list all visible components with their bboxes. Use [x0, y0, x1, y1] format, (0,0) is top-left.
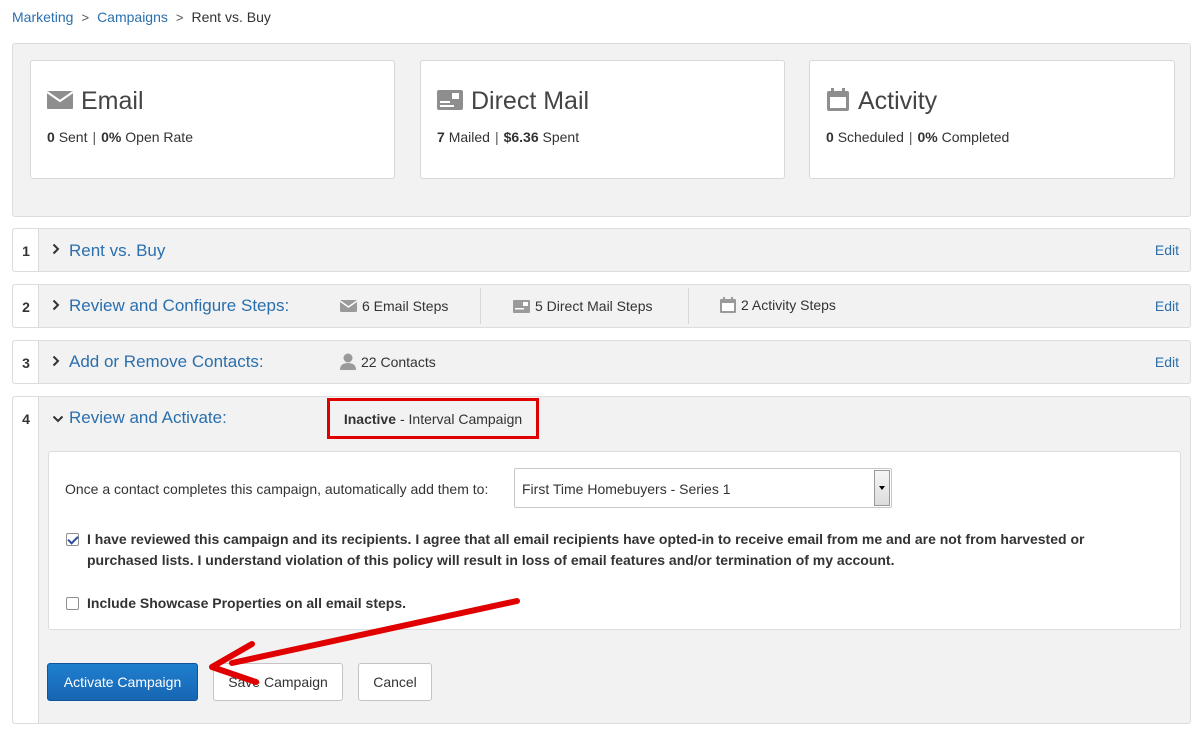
person-icon: [340, 353, 356, 370]
breadcrumb-campaigns[interactable]: Campaigns: [97, 9, 168, 25]
step-number: 4: [22, 411, 30, 427]
email-stat-card: Email 0 Sent | 0% Open Rate: [30, 60, 395, 179]
contacts-count: 22 Contacts: [340, 353, 436, 370]
step-title[interactable]: Review and Configure Steps:: [69, 296, 289, 316]
email-summary: 0 Sent | 0% Open Rate: [47, 129, 193, 145]
breadcrumb: Marketing > Campaigns > Rent vs. Buy: [12, 9, 271, 25]
mail-card-icon: [513, 299, 530, 313]
stats-panel: Email 0 Sent | 0% Open Rate Direct Mail 7 …: [12, 43, 1191, 217]
direct-mail-stat-card: Direct Mail 7 Mailed | $6.36 Spent: [420, 60, 785, 179]
auto-add-value: First Time Homebuyers - Series 1: [522, 481, 731, 497]
step-3[interactable]: 3 Add or Remove Contacts: 22 Contacts Ed…: [12, 340, 1191, 384]
activity-summary: 0 Scheduled | 0% Completed: [826, 129, 1010, 145]
envelope-icon: [46, 91, 74, 112]
activate-campaign-button[interactable]: Activate Campaign: [47, 663, 198, 701]
edit-link[interactable]: Edit: [1155, 354, 1179, 370]
activity-title: Activity: [858, 87, 938, 115]
step-2[interactable]: 2 Review and Configure Steps: 6 Email St…: [12, 284, 1191, 328]
step-number: 2: [22, 299, 30, 315]
breadcrumb-marketing[interactable]: Marketing: [12, 9, 73, 25]
chevron-right-icon[interactable]: [52, 299, 60, 314]
chevron-right-icon[interactable]: [52, 243, 60, 258]
review-panel: Once a contact completes this campaign, …: [48, 451, 1181, 630]
auto-add-label: Once a contact completes this campaign, …: [65, 481, 489, 497]
direct-mail-title: Direct Mail: [471, 87, 590, 115]
direct-mail-summary: 7 Mailed | $6.36 Spent: [437, 129, 580, 145]
email-steps-count: 6 Email Steps: [340, 298, 448, 314]
activity-stat-card: Activity 0 Scheduled | 0% Completed: [809, 60, 1175, 179]
step-1[interactable]: 1 Rent vs. Buy Edit: [12, 228, 1191, 272]
save-campaign-button[interactable]: Save Campaign: [213, 663, 343, 701]
step-title[interactable]: Add or Remove Contacts:: [69, 352, 264, 372]
chevron-down-icon[interactable]: [52, 411, 64, 426]
breadcrumb-separator: >: [81, 9, 90, 25]
mail-card-icon: [437, 90, 463, 113]
activity-steps-count: 2 Activity Steps: [720, 297, 836, 313]
cancel-button[interactable]: Cancel: [358, 663, 432, 701]
calendar-icon: [720, 297, 736, 313]
calendar-icon: [826, 88, 850, 115]
dropdown-arrow-icon[interactable]: [874, 470, 890, 506]
breadcrumb-separator: >: [175, 9, 184, 25]
email-title: Email: [81, 87, 144, 115]
showcase-checkbox[interactable]: [66, 597, 79, 610]
chevron-right-icon[interactable]: [52, 355, 60, 370]
campaign-status: Inactive - Interval Campaign: [327, 398, 539, 439]
step-number: 3: [22, 355, 30, 371]
agree-checkbox[interactable]: [66, 533, 79, 546]
edit-link[interactable]: Edit: [1155, 298, 1179, 314]
showcase-label: Include Showcase Properties on all email…: [87, 595, 406, 611]
step-title[interactable]: Rent vs. Buy: [69, 241, 165, 261]
step-title[interactable]: Review and Activate:: [69, 408, 227, 428]
auto-add-select[interactable]: First Time Homebuyers - Series 1: [514, 468, 892, 508]
edit-link[interactable]: Edit: [1155, 242, 1179, 258]
step-number: 1: [22, 243, 30, 259]
agree-label: I have reviewed this campaign and its re…: [87, 531, 1085, 568]
breadcrumb-current: Rent vs. Buy: [191, 9, 271, 25]
mail-steps-count: 5 Direct Mail Steps: [513, 298, 652, 314]
envelope-icon: [340, 300, 357, 312]
